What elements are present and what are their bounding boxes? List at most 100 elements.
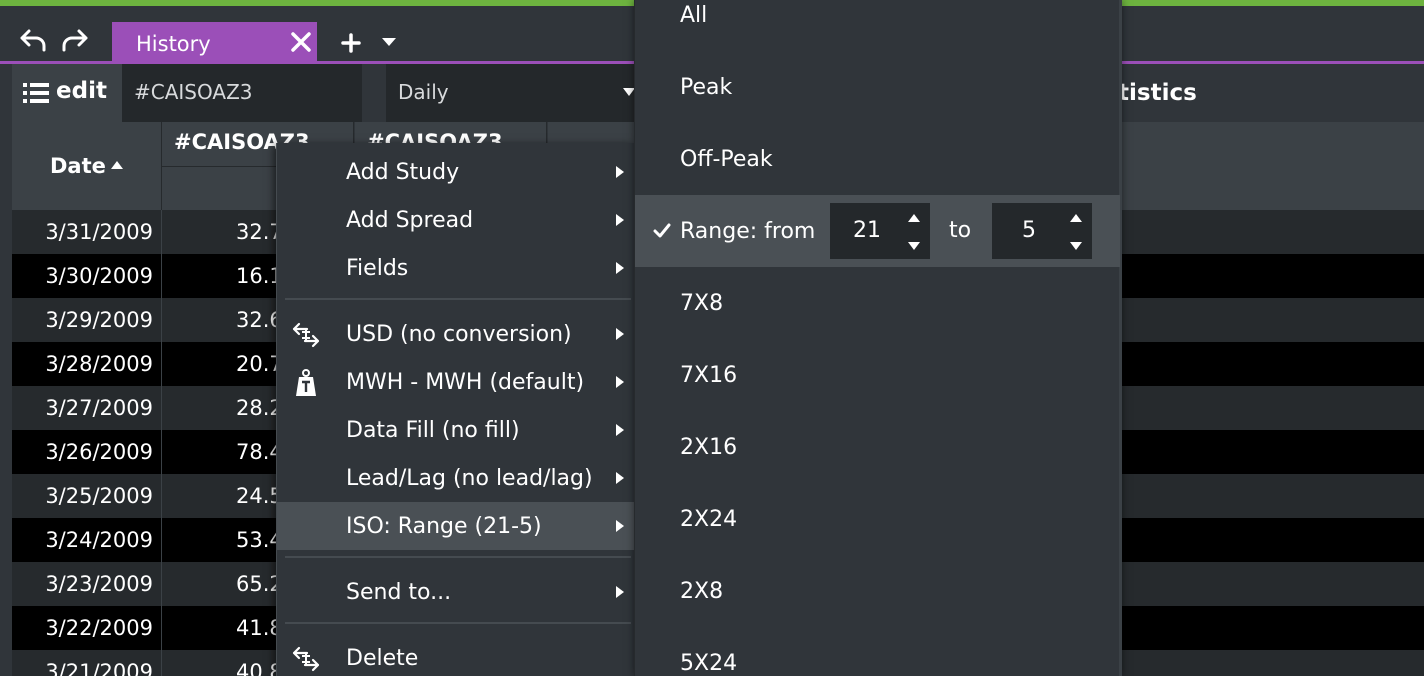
menu-item-add-study[interactable]: Add Study [277,148,635,196]
chevron-down-icon[interactable] [381,36,397,48]
tab-label: History [136,32,211,56]
submenu-item-2x8[interactable]: 2X8 [635,557,1120,629]
chevron-right-icon [616,520,624,532]
edit-label: edit [56,78,107,104]
range-to-value: 5 [1022,218,1036,243]
submenu-item-label: 7X16 [680,363,738,388]
range-to-label: to [949,218,972,243]
chevron-down-icon[interactable] [906,239,922,253]
sort-ascending-icon [111,161,123,169]
chevron-up-icon[interactable] [1068,211,1084,225]
menu-item-label: Delete [346,646,419,671]
menu-item-delete[interactable]: Delete [277,634,635,676]
date-cell: 3/27/2009 [12,386,162,430]
date-cell: 3/30/2009 [12,254,162,298]
menu-item-label: Fields [346,256,409,281]
date-cell: 3/23/2009 [12,562,162,606]
menu-item-label: ISO: Range (21-5) [346,514,542,539]
date-text: 3/25/2009 [45,484,153,508]
currency-convert-icon [292,322,320,348]
submenu-item-off-peak[interactable]: Off-Peak [635,125,1120,197]
chevron-down-icon[interactable] [1068,239,1084,253]
menu-item-currency[interactable]: USD (no conversion) [277,310,635,358]
menu-separator [285,622,631,624]
submenu-item-5x24[interactable]: 5X24 [635,629,1120,676]
submenu-item-7x8[interactable]: 7X8 [635,269,1120,341]
date-text: 3/31/2009 [45,220,153,244]
date-cell: 3/22/2009 [12,606,162,650]
date-text: 3/30/2009 [45,264,153,288]
menu-item-add-spread[interactable]: Add Spread [277,196,635,244]
tab-history[interactable]: History [112,22,317,64]
menu-item-fields[interactable]: Fields [277,244,635,292]
date-text: 3/21/2009 [45,660,153,676]
menu-item-units[interactable]: MWH - MWH (default) [277,358,635,406]
weight-icon [296,369,316,396]
frequency-select[interactable]: Daily [386,64,640,122]
undo-icon[interactable] [18,26,48,56]
date-cell: 3/21/2009 [12,650,162,676]
date-text: 3/26/2009 [45,440,153,464]
date-column-header[interactable]: Date [12,122,162,210]
menu-item-send-to[interactable]: Send to... [277,568,635,616]
statistics-button[interactable]: tistics [1118,80,1197,106]
chevron-right-icon [616,262,624,274]
date-header-label: Date [50,154,106,178]
range-from-stepper[interactable]: 21 [830,203,930,259]
close-icon[interactable] [289,30,313,54]
submenu-item-label: All [680,3,708,28]
delete-icon [292,646,320,672]
submenu-item-2x24[interactable]: 2X24 [635,485,1120,557]
menu-separator [285,556,631,558]
range-to-stepper[interactable]: 5 [992,203,1092,259]
submenu-item-label: 2X16 [680,435,738,460]
chevron-right-icon [616,166,624,178]
chevron-right-icon [616,214,624,226]
check-icon [653,223,671,238]
chevron-right-icon [616,376,624,388]
edit-button[interactable]: edit [12,64,122,122]
menu-item-label: Data Fill (no fill) [346,418,520,443]
chevron-right-icon [616,424,624,436]
date-cell: 3/26/2009 [12,430,162,474]
date-text: 3/28/2009 [45,352,153,376]
frequency-value: Daily [398,80,449,104]
submenu-item-peak[interactable]: Peak [635,53,1120,125]
menu-item-label: Send to... [346,580,452,605]
submenu-item-label: Range: from [680,219,816,244]
menu-item-label: Lead/Lag (no lead/lag) [346,466,593,491]
date-text: 3/22/2009 [45,616,153,640]
date-cell: 3/28/2009 [12,342,162,386]
menu-item-label: USD (no conversion) [346,322,572,347]
date-text: 3/27/2009 [45,396,153,420]
date-cell: 3/25/2009 [12,474,162,518]
submenu-item-label: 5X24 [680,651,738,676]
symbol-value: #CAISOAZ3 [134,80,253,104]
menu-item-iso-range[interactable]: ISO: Range (21-5) [277,502,635,550]
submenu-item-label: 2X8 [680,579,724,604]
menu-item-label: Add Spread [346,208,474,233]
menu-item-lead-lag[interactable]: Lead/Lag (no lead/lag) [277,454,635,502]
symbol-input[interactable]: #CAISOAZ3 [122,64,362,122]
menu-item-label: Add Study [346,160,460,185]
submenu-item-2x16[interactable]: 2X16 [635,413,1120,485]
iso-range-submenu: All Peak Off-Peak Range: from 21 to 5 7X… [634,0,1122,676]
list-icon [23,83,49,103]
submenu-item-label: Off-Peak [680,147,773,172]
chevron-up-icon[interactable] [906,211,922,225]
submenu-item-range[interactable]: Range: from 21 to 5 [635,195,1120,267]
submenu-item-label: Peak [680,75,733,100]
date-text: 3/23/2009 [45,572,153,596]
submenu-item-all[interactable]: All [635,0,1120,53]
submenu-item-label: 2X24 [680,507,738,532]
date-cell: 3/24/2009 [12,518,162,562]
submenu-item-7x16[interactable]: 7X16 [635,341,1120,413]
menu-item-data-fill[interactable]: Data Fill (no fill) [277,406,635,454]
redo-icon[interactable] [60,26,90,56]
add-tab-icon[interactable] [340,32,362,54]
date-cell: 3/29/2009 [12,298,162,342]
date-text: 3/24/2009 [45,528,153,552]
chevron-right-icon [616,586,624,598]
context-menu: Add Study Add Spread Fields USD (no conv… [276,143,635,676]
date-cell: 3/31/2009 [12,210,162,254]
